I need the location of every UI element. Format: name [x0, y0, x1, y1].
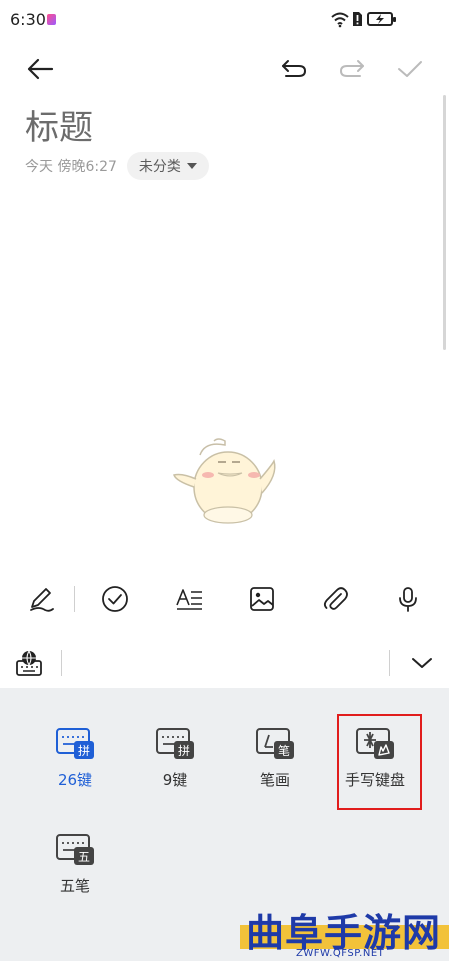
app-notification-icon: [47, 14, 56, 25]
hide-keyboard-button[interactable]: [404, 648, 440, 678]
keyboard-switch-button[interactable]: [12, 646, 46, 680]
handwriting-pen-icon: [30, 588, 54, 612]
keyboard-9key-icon: 拼: [156, 728, 194, 759]
note-title[interactable]: 标题: [25, 100, 93, 149]
note-meta: 今天 傍晚6:27 未分类: [25, 152, 209, 180]
handwriting-button[interactable]: [24, 582, 58, 616]
category-label: 未分类: [138, 159, 181, 175]
chevron-down-icon: [412, 658, 432, 668]
keyboard-26key-icon: 拼: [56, 728, 94, 759]
keyboard-option-label: 26键: [57, 771, 93, 789]
keyboard-option-label: 9键: [162, 771, 188, 789]
battery-charging-icon: [367, 12, 396, 26]
confirm-button[interactable]: [392, 51, 428, 87]
insert-image-button[interactable]: [245, 582, 279, 616]
highlight-annotation: [337, 714, 422, 810]
check-icon: [398, 61, 422, 77]
undo-icon: [282, 60, 307, 77]
sim-alert-icon: [353, 12, 362, 26]
keyboard-badge: 拼: [178, 744, 190, 758]
keyboard-option-9key[interactable]: 拼 9键: [130, 727, 220, 817]
redo-button[interactable]: [334, 51, 370, 87]
text-style-icon: [176, 589, 202, 610]
note-date: 今天 傍晚6:27: [25, 159, 117, 175]
tool-divider: [74, 586, 75, 612]
keyboard-option-wubi[interactable]: 五 五笔: [30, 833, 120, 923]
triangle-down-icon: [186, 163, 197, 169]
kbd-bar-divider: [61, 650, 62, 676]
scrollbar[interactable]: [443, 95, 446, 350]
edit-tools-bar: [0, 580, 449, 618]
undo-button[interactable]: [276, 51, 312, 87]
kbd-bar-divider: [389, 650, 390, 676]
text-style-button[interactable]: [172, 582, 206, 616]
keyboard-top-bar: [0, 638, 449, 688]
attachment-button[interactable]: [318, 582, 352, 616]
watermark-url: ZWFW.QFSP.NET: [296, 948, 385, 959]
keyboard-wubi-icon: 五: [56, 834, 94, 865]
notes-editor-screen: 6:30 标题 今天 傍晚6:27 未分类 拼 26键 拼 9键 笔 笔画 手写…: [0, 0, 449, 961]
arrow-left-icon: [27, 58, 54, 80]
checklist-button[interactable]: [98, 582, 132, 616]
editor-top-bar: [0, 45, 449, 93]
site-watermark: 曲阜手游网 ZWFW.QFSP.NET: [240, 902, 449, 961]
keyboard-globe-icon: [16, 650, 42, 676]
status-bar: 6:30: [0, 0, 449, 40]
wifi-icon: [331, 12, 349, 28]
keyboard-badge: 拼: [78, 744, 90, 758]
checklist-icon: [102, 586, 128, 612]
keyboard-option-label: 笔画: [259, 771, 290, 789]
keyboard-badge: 笔: [278, 743, 290, 758]
keyboard-stroke-icon: 笔: [256, 728, 294, 759]
back-button[interactable]: [20, 51, 60, 87]
image-icon: [250, 587, 274, 611]
redo-icon: [339, 60, 364, 77]
keyboard-badge: 五: [78, 850, 90, 864]
voice-input-button[interactable]: [391, 582, 425, 616]
status-time: 6:30: [10, 10, 46, 29]
attachment-icon: [323, 587, 348, 610]
keyboard-option-stroke[interactable]: 笔 笔画: [230, 727, 320, 817]
microphone-icon: [399, 587, 417, 612]
keyboard-option-label: 五笔: [59, 877, 90, 895]
category-dropdown[interactable]: 未分类: [126, 152, 209, 180]
keyboard-option-26key[interactable]: 拼 26键: [30, 727, 120, 817]
empty-note-mascot-illustration: [173, 438, 276, 524]
